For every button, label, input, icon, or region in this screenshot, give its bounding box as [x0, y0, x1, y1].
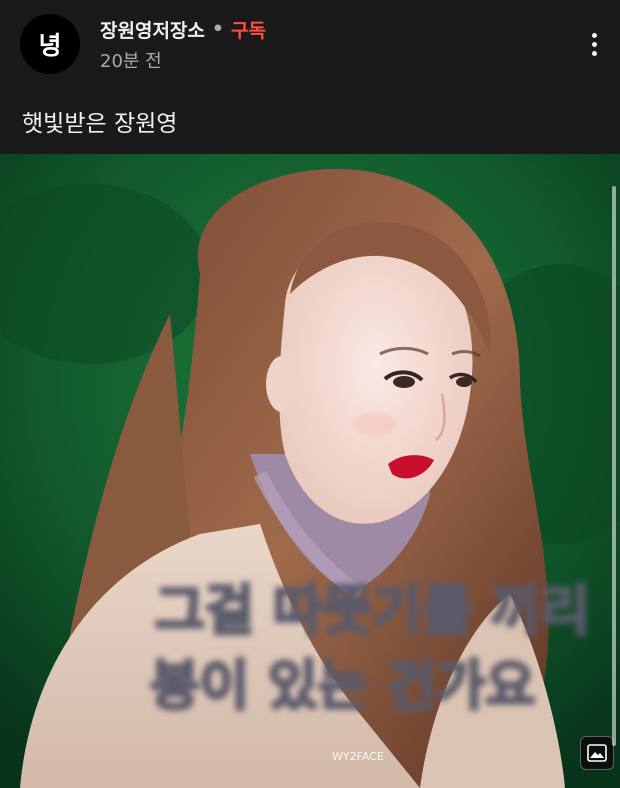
channel-line: 장원영저장소 • 구독	[100, 14, 266, 44]
post-header: 녕 장원영저장소 • 구독 20분 전	[0, 0, 620, 90]
more-options-icon[interactable]	[580, 24, 608, 64]
channel-avatar[interactable]: 녕	[20, 14, 80, 74]
separator-dot: •	[211, 18, 225, 40]
caption-line-1: 그걸 따뜻기를 끼리	[155, 579, 590, 642]
post-image[interactable]: 그걸 따뜻기를 끼리 봉이 있는 건가요 WY2FACE	[0, 154, 620, 788]
avatar-text: 녕	[38, 31, 62, 60]
channel-name[interactable]: 장원영저장소	[100, 16, 205, 43]
caption-line-2: 봉이 있는 건가요	[150, 654, 535, 717]
subscribe-button[interactable]: 구독	[231, 16, 266, 43]
community-post: 녕 장원영저장소 • 구독 20분 전 햇빛받은 장원영 그걸 따뜻기를 끼리 …	[0, 0, 620, 788]
watermark: WY2FACE	[332, 750, 384, 763]
post-timestamp: 20분 전	[100, 51, 162, 72]
post-photo: 그걸 따뜻기를 끼리 봉이 있는 건가요 WY2FACE	[0, 154, 620, 788]
image-gallery-icon[interactable]	[580, 736, 614, 770]
post-text: 햇빛받은 장원영	[22, 111, 178, 137]
scrollbar[interactable]	[612, 186, 616, 746]
